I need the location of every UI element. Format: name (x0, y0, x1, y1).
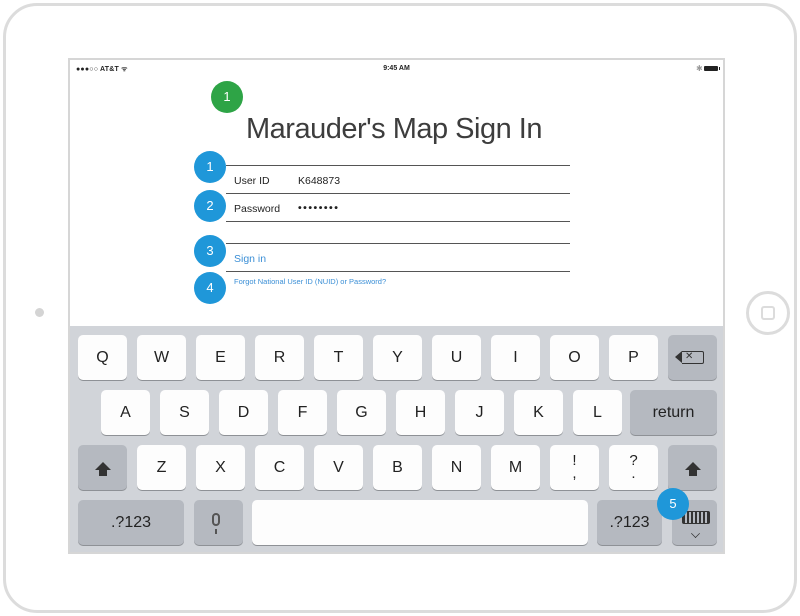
password-label: Password (234, 203, 281, 215)
key-k[interactable]: K (514, 390, 563, 435)
key-question-label: ? (629, 452, 638, 469)
key-l[interactable]: L (573, 390, 622, 435)
bluetooth-icon: ✱ (696, 64, 703, 73)
key-f[interactable]: F (278, 390, 327, 435)
key-v[interactable]: V (314, 445, 363, 490)
space-key[interactable] (252, 500, 588, 545)
key-c[interactable]: C (255, 445, 304, 490)
numbers-key-right[interactable]: .?123 (597, 500, 662, 545)
key-b[interactable]: B (373, 445, 422, 490)
key-exclaim-comma[interactable]: ! , (550, 445, 599, 490)
annotation-badge-userid: 1 (194, 151, 226, 183)
key-a[interactable]: A (101, 390, 150, 435)
key-d[interactable]: D (219, 390, 268, 435)
forgot-credentials-link[interactable]: Forgot National User ID (NUID) or Passwo… (234, 277, 386, 286)
key-h[interactable]: H (396, 390, 445, 435)
key-s[interactable]: S (160, 390, 209, 435)
onscreen-keyboard: Q W E R T Y U I O P A S D F G H J K L re… (70, 326, 723, 552)
key-comma-label: , (572, 465, 577, 482)
backspace-key[interactable] (668, 335, 717, 380)
key-period-label: . (631, 465, 636, 482)
userid-label: User ID (234, 175, 270, 187)
divider (226, 193, 570, 194)
key-x[interactable]: X (196, 445, 245, 490)
key-p[interactable]: P (609, 335, 658, 380)
key-w[interactable]: W (137, 335, 186, 380)
key-e[interactable]: E (196, 335, 245, 380)
key-r[interactable]: R (255, 335, 304, 380)
shift-key-left[interactable] (78, 445, 127, 490)
home-square-icon (761, 306, 775, 320)
key-z[interactable]: Z (137, 445, 186, 490)
signin-button[interactable]: Sign in (234, 253, 266, 265)
key-t[interactable]: T (314, 335, 363, 380)
annotation-badge-title: 1 (211, 81, 243, 113)
divider (226, 165, 570, 166)
numbers-key-left[interactable]: .?123 (78, 500, 184, 545)
key-u[interactable]: U (432, 335, 481, 380)
key-j[interactable]: J (455, 390, 504, 435)
microphone-icon (212, 513, 220, 534)
annotation-badge-password: 2 (194, 190, 226, 222)
key-q[interactable]: Q (78, 335, 127, 380)
divider (226, 243, 570, 244)
chevron-down-icon (691, 529, 700, 538)
annotation-badge-signin: 3 (194, 235, 226, 267)
shift-icon (684, 462, 701, 476)
key-g[interactable]: G (337, 390, 386, 435)
key-y[interactable]: Y (373, 335, 422, 380)
key-m[interactable]: M (491, 445, 540, 490)
key-question-period[interactable]: ? . (609, 445, 658, 490)
home-button[interactable] (746, 291, 790, 335)
userid-field[interactable]: K648873 (298, 175, 340, 187)
battery-icon (704, 66, 720, 71)
divider (226, 271, 570, 272)
backspace-icon (675, 350, 704, 364)
password-field[interactable]: •••••••• (298, 202, 339, 214)
annotation-badge-forgot: 4 (194, 272, 226, 304)
shift-icon (94, 462, 111, 476)
key-exclaim-label: ! (572, 452, 577, 469)
status-bar: ●●●○○ AT&T ᯤ 9:45 AM ✱ (70, 60, 723, 76)
divider (226, 221, 570, 222)
status-time: 9:45 AM (383, 65, 410, 72)
page-title: Marauder's Map Sign In (246, 113, 542, 145)
camera-icon (35, 308, 44, 317)
dictation-key[interactable] (194, 500, 243, 545)
annotation-badge-keyboard: 5 (657, 488, 689, 520)
key-i[interactable]: I (491, 335, 540, 380)
key-o[interactable]: O (550, 335, 599, 380)
key-n[interactable]: N (432, 445, 481, 490)
screen: ●●●○○ AT&T ᯤ 9:45 AM ✱ 1 Marauder's Map … (68, 58, 725, 554)
return-key[interactable]: return (630, 390, 717, 435)
shift-key-right[interactable] (668, 445, 717, 490)
